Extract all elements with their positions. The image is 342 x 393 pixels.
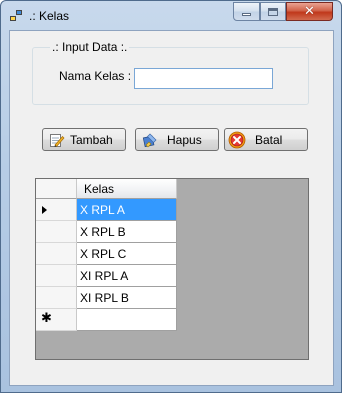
row-header[interactable] (36, 287, 77, 309)
minimize-icon (242, 13, 251, 16)
title-bar[interactable]: .: Kelas ✕ (1, 1, 341, 29)
batal-label: Batal (255, 132, 283, 147)
cancel-icon (228, 131, 246, 149)
new-row-cell[interactable] (77, 309, 177, 331)
current-row-arrow-icon (42, 206, 47, 214)
grid-rows: X RPL A X RPL B X RPL C XI RPL A XI RPL … (36, 199, 177, 331)
close-icon: ✕ (304, 4, 315, 19)
minimize-button[interactable] (233, 2, 260, 21)
table-row[interactable]: X RPL B (36, 221, 177, 243)
grid-cell[interactable]: XI RPL B (77, 287, 177, 309)
row-header[interactable]: ✱ (36, 309, 77, 331)
nama-kelas-input[interactable] (134, 68, 273, 89)
groupbox-title: .: Input Data :. (50, 40, 130, 54)
row-header[interactable] (36, 243, 77, 265)
row-header[interactable] (36, 265, 77, 287)
table-row[interactable]: X RPL C (36, 243, 177, 265)
tambah-label: Tambah (70, 132, 113, 147)
column-header-kelas[interactable]: Kelas (77, 179, 177, 199)
table-row[interactable]: XI RPL B (36, 287, 177, 309)
grid-cell[interactable]: X RPL A (77, 199, 177, 221)
pencil-edit-icon (49, 132, 65, 148)
tambah-button[interactable]: Tambah (42, 128, 126, 151)
table-row[interactable]: X RPL A (36, 199, 177, 221)
row-header[interactable] (36, 199, 77, 221)
nama-kelas-label: Nama Kelas : (59, 69, 132, 83)
new-row[interactable]: ✱ (36, 309, 177, 331)
table-row[interactable]: XI RPL A (36, 265, 177, 287)
kelas-datagrid[interactable]: Kelas X RPL A X RPL B X RPL C XI RPL A X… (35, 178, 309, 360)
app-icon[interactable] (10, 10, 23, 22)
maximize-button[interactable] (260, 2, 286, 21)
window-title: .: Kelas (29, 9, 70, 23)
broom-icon (142, 132, 158, 148)
new-row-asterisk-icon: ✱ (41, 311, 52, 326)
grid-cell[interactable]: XI RPL A (77, 265, 177, 287)
grid-corner-header[interactable] (36, 179, 77, 199)
maximize-icon (268, 7, 278, 16)
grid-cell[interactable]: X RPL C (77, 243, 177, 265)
hapus-label: Hapus (167, 132, 202, 147)
grid-cell[interactable]: X RPL B (77, 221, 177, 243)
batal-button[interactable]: Batal (224, 128, 308, 151)
row-header[interactable] (36, 221, 77, 243)
hapus-button[interactable]: Hapus (135, 128, 219, 151)
close-button[interactable]: ✕ (286, 2, 333, 21)
